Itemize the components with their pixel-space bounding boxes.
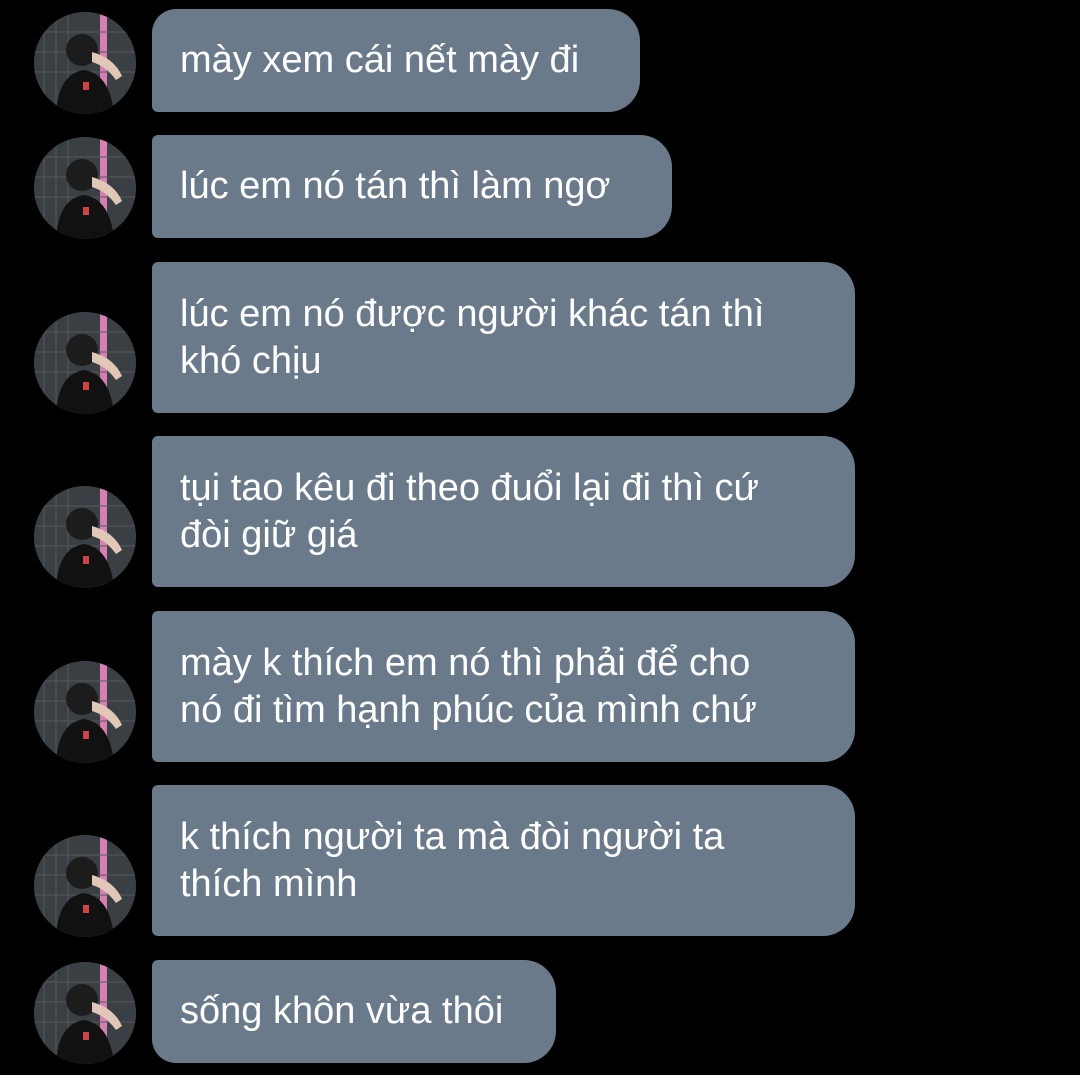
sender-avatar[interactable] — [34, 661, 136, 763]
message-text-line: nó đi tìm hạnh phúc của mình chứ — [180, 688, 757, 731]
message-bubble[interactable]: k thích người ta mà đòi người ta thích m… — [152, 785, 855, 936]
message-text-line: k thích người ta mà đòi người ta — [180, 815, 725, 858]
message-text-line: mày k thích em nó thì phải để cho — [180, 641, 751, 684]
message-text-line: tụi tao kêu đi theo đuổi lại đi thì cứ — [180, 466, 759, 509]
avatar-photo-icon — [34, 962, 136, 1064]
avatar-photo-icon — [34, 661, 136, 763]
message-bubble[interactable]: mày xem cái nết mày đi — [152, 9, 640, 112]
message-text-line: đòi giữ giá — [180, 513, 358, 556]
message-text-line: khó chịu — [180, 339, 322, 382]
message-bubble[interactable]: tụi tao kêu đi theo đuổi lại đi thì cứ đ… — [152, 436, 855, 587]
message-text: sống khôn vừa thôi — [180, 990, 504, 1032]
avatar-photo-icon — [34, 486, 136, 588]
avatar-photo-icon — [34, 12, 136, 114]
sender-avatar[interactable] — [34, 835, 136, 937]
sender-avatar[interactable] — [34, 137, 136, 239]
message-bubble[interactable]: mày k thích em nó thì phải để cho nó đi … — [152, 611, 855, 762]
message-text-line: thích mình — [180, 862, 358, 905]
sender-avatar[interactable] — [34, 962, 136, 1064]
sender-avatar[interactable] — [34, 312, 136, 414]
message-bubble[interactable]: lúc em nó tán thì làm ngơ — [152, 135, 672, 238]
avatar-photo-icon — [34, 835, 136, 937]
message-text-line: lúc em nó được người khác tán thì — [180, 292, 765, 335]
message-bubble[interactable]: lúc em nó được người khác tán thì khó ch… — [152, 262, 855, 413]
message-text: lúc em nó tán thì làm ngơ — [180, 165, 611, 207]
avatar-photo-icon — [34, 137, 136, 239]
message-bubble[interactable]: sống khôn vừa thôi — [152, 960, 556, 1063]
chat-thread: mày xem cái nết mày đi lúc em nó tán thì… — [0, 0, 1080, 1075]
sender-avatar[interactable] — [34, 486, 136, 588]
sender-avatar[interactable] — [34, 12, 136, 114]
message-text: mày xem cái nết mày đi — [180, 39, 580, 81]
avatar-photo-icon — [34, 312, 136, 414]
